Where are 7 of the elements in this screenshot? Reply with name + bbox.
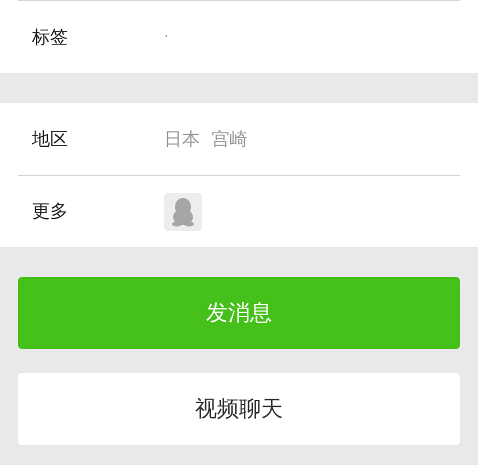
region-value: 日本 宫崎: [164, 128, 248, 152]
row-label: 标签: [31, 26, 69, 50]
video-chat-button[interactable]: 视频聊天: [18, 373, 460, 445]
penguin-icon: [164, 192, 202, 230]
row-label: 更多: [31, 200, 69, 224]
row-label: 地区: [31, 128, 69, 152]
tag-value: ·: [164, 28, 168, 46]
